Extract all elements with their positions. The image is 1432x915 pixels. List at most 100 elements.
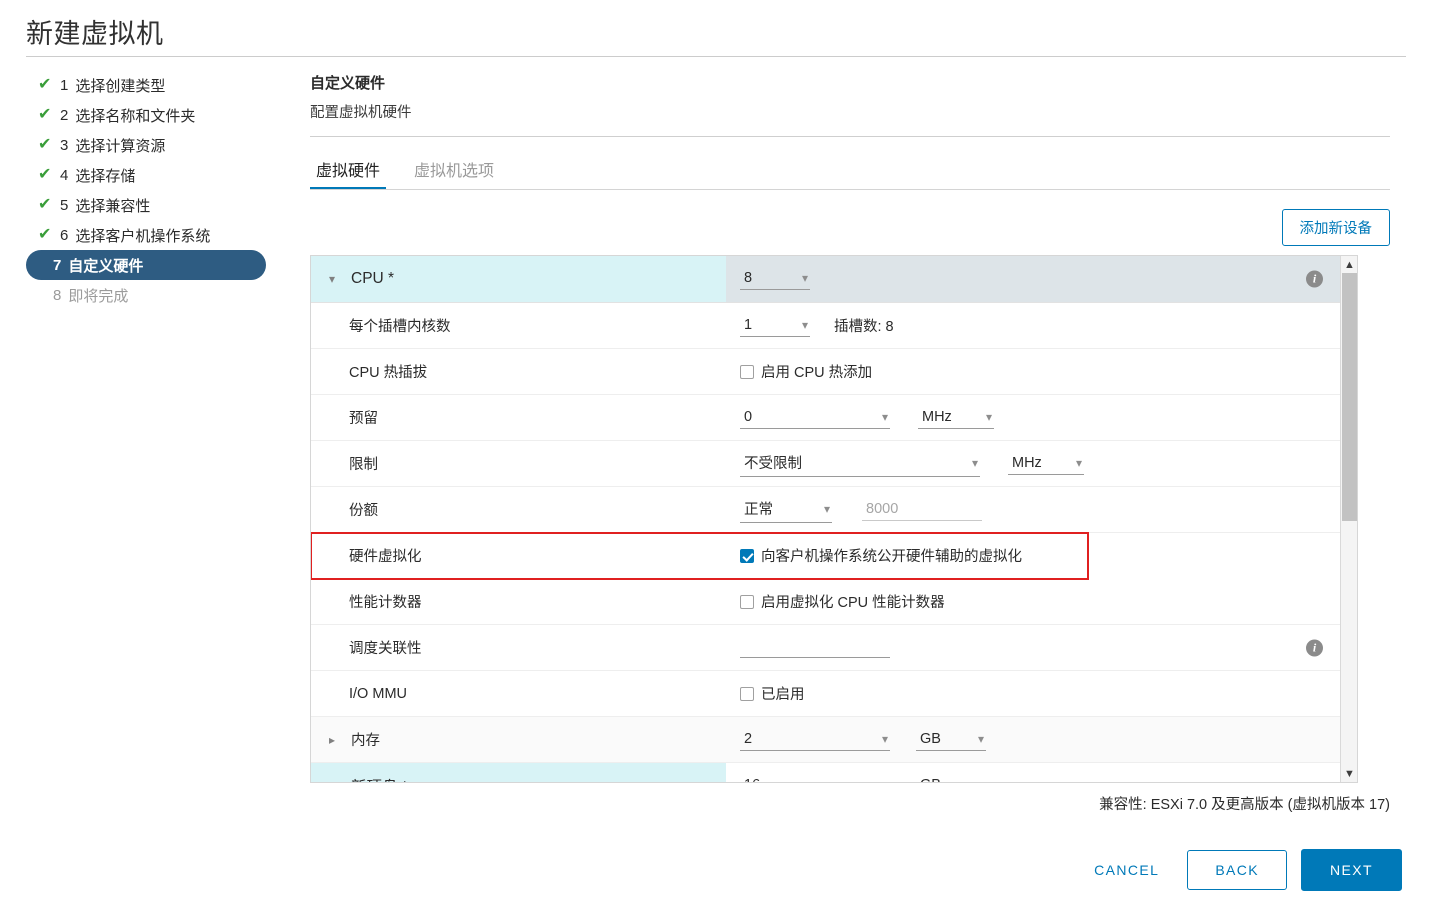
hardware-table-scrollbar[interactable]: ▲ ▼ — [1340, 256, 1357, 782]
hardware-table-container: ▾ CPU * 8 ▾ i 每个插槽内核数 1 ▾ 插槽数: 8 CPU 热插拔… — [310, 255, 1358, 783]
sidebar-item-step-3[interactable]: ✔ 3 选择计算资源 — [26, 130, 294, 160]
row-label: 预留 — [349, 411, 378, 427]
row-label: 硬件虚拟化 — [349, 549, 422, 565]
step-number: 3 — [60, 136, 69, 154]
shares-amount-input[interactable]: 8000 — [862, 499, 982, 521]
cores-per-socket-value: 1 — [744, 316, 753, 333]
cancel-button[interactable]: CANCEL — [1080, 852, 1173, 888]
add-new-device-button[interactable]: 添加新设备 — [1281, 209, 1390, 246]
limit-value: 不受限制 — [744, 456, 802, 472]
step-number: 2 — [60, 106, 69, 124]
info-icon[interactable]: i — [1306, 270, 1323, 288]
row-value: i — [726, 625, 1341, 670]
scroll-down-arrow-icon[interactable]: ▼ — [1341, 765, 1357, 782]
row-shares: 份额 正常 ▾ 8000 — [311, 487, 1341, 533]
chevron-down-icon[interactable]: ▾ — [329, 272, 343, 286]
row-performance-counters: 性能计数器 启用虚拟化 CPU 性能计数器 — [311, 579, 1341, 625]
shares-level-select[interactable]: 正常 ▾ — [740, 496, 832, 523]
row-value: 0 ▾ MHz ▾ — [726, 395, 1341, 440]
chevron-down-icon: ▾ — [881, 731, 888, 746]
wizard-footer: CANCEL BACK NEXT — [1080, 849, 1402, 891]
sidebar-item-step-6[interactable]: ✔ 6 选择客户机操作系统 — [26, 220, 294, 250]
check-icon: ✔ — [38, 226, 52, 243]
disk-size-input[interactable]: 16 ▾ — [740, 775, 890, 782]
cpu-count-value: 8 — [744, 270, 753, 286]
tab-virtual-hardware[interactable]: 虚拟硬件 — [310, 153, 387, 190]
sidebar-item-step-2[interactable]: ✔ 2 选择名称和文件夹 — [26, 100, 294, 130]
row-value: 不受限制 ▾ MHz ▾ — [726, 441, 1341, 486]
memory-unit-select[interactable]: GB ▾ — [916, 729, 986, 751]
row-reservation: 预留 0 ▾ MHz ▾ — [311, 395, 1341, 441]
step-number: 5 — [60, 196, 69, 214]
checkbox-label: 已启用 — [761, 687, 805, 703]
step-number: 7 — [53, 256, 62, 274]
sidebar-item-step-7[interactable]: 7 自定义硬件 — [26, 250, 266, 280]
disk-group-label-cell: ▸ 新硬盘 * — [311, 763, 726, 782]
io-mmu-enabled-checkbox[interactable]: 已启用 — [740, 683, 805, 704]
sidebar-item-step-1[interactable]: ✔ 1 选择创建类型 — [26, 70, 294, 100]
memory-unit: GB — [920, 730, 941, 747]
reservation-unit-select[interactable]: MHz ▾ — [918, 407, 994, 429]
chevron-down-icon: ▾ — [985, 409, 992, 424]
check-icon: ✔ — [38, 196, 52, 213]
scrollbar-thumb[interactable] — [1342, 273, 1357, 521]
sidebar-item-step-8[interactable]: 8 即将完成 — [26, 280, 294, 310]
row-cpu-hot-plug: CPU 热插拔 启用 CPU 热添加 — [311, 349, 1341, 395]
hardware-group-memory[interactable]: ▸ 内存 2 ▾ GB ▾ — [311, 717, 1341, 763]
step-label: 选择存储 — [75, 167, 136, 185]
main-panel: 自定义硬件 配置虚拟机硬件 虚拟硬件 虚拟机选项 添加新设备 ▾ CPU * 8… — [310, 72, 1390, 783]
tab-vm-options[interactable]: 虚拟机选项 — [408, 153, 500, 190]
checkbox-icon — [740, 594, 754, 609]
scroll-up-arrow-icon[interactable]: ▲ — [1341, 256, 1357, 273]
wizard-title-bar: 新建虚拟机 — [0, 0, 1432, 61]
shares-level-value: 正常 — [744, 502, 773, 518]
limit-unit-select[interactable]: MHz ▾ — [1008, 453, 1084, 475]
chevron-right-icon[interactable]: ▸ — [329, 779, 343, 782]
memory-size-input[interactable]: 2 ▾ — [740, 729, 890, 751]
scheduling-affinity-input[interactable] — [740, 638, 890, 658]
chevron-down-icon: ▾ — [823, 501, 830, 516]
row-value: 向客户机操作系统公开硬件辅助的虚拟化 — [726, 533, 1088, 578]
memory-group-name: 内存 — [351, 733, 380, 749]
row-label: CPU 热插拔 — [349, 365, 428, 381]
row-value: 已启用 — [726, 671, 1341, 716]
disk-unit: GB — [920, 777, 941, 782]
step-number: 1 — [60, 76, 69, 94]
cpu-hot-add-checkbox[interactable]: 启用 CPU 热添加 — [740, 361, 872, 382]
row-label: I/O MMU — [349, 685, 407, 702]
title-divider — [26, 56, 1406, 57]
chevron-down-icon: ▾ — [1075, 455, 1082, 470]
reservation-input[interactable]: 0 ▾ — [740, 407, 890, 429]
tab-bar-divider — [310, 189, 1390, 190]
check-icon: ✔ — [38, 106, 52, 123]
hardware-group-cpu[interactable]: ▾ CPU * 8 ▾ i — [311, 256, 1341, 303]
step-number: 6 — [60, 226, 69, 244]
sidebar-item-step-5[interactable]: ✔ 5 选择兼容性 — [26, 190, 294, 220]
row-label: 性能计数器 — [349, 595, 422, 611]
back-button[interactable]: BACK — [1187, 850, 1288, 890]
disk-size-value: 16 — [744, 777, 760, 782]
step-number: 8 — [53, 286, 62, 304]
enable-cpu-perf-counters-checkbox[interactable]: 启用虚拟化 CPU 性能计数器 — [740, 591, 945, 612]
cores-per-socket-select[interactable]: 1 ▾ — [740, 315, 810, 337]
sidebar-item-step-4[interactable]: ✔ 4 选择存储 — [26, 160, 294, 190]
row-label: 调度关联性 — [349, 641, 422, 657]
cpu-group-name: CPU * — [351, 270, 395, 287]
checkbox-label: 启用虚拟化 CPU 性能计数器 — [761, 595, 945, 611]
limit-input[interactable]: 不受限制 ▾ — [740, 450, 980, 477]
expose-hardware-virtualization-checkbox[interactable]: 向客户机操作系统公开硬件辅助的虚拟化 — [740, 545, 1022, 566]
info-icon[interactable]: i — [1306, 639, 1323, 656]
row-scheduling-affinity: 调度关联性 i — [311, 625, 1341, 671]
disk-unit-select[interactable]: GB ▾ — [916, 775, 986, 782]
chevron-right-icon[interactable]: ▸ — [329, 733, 343, 747]
chevron-down-icon: ▾ — [977, 731, 984, 746]
checkbox-checked-icon — [740, 548, 754, 563]
disk-group-value-cell: 16 ▾ GB ▾ — [726, 763, 1341, 782]
row-label: 每个插槽内核数 — [349, 319, 451, 335]
hardware-group-new-hard-disk[interactable]: ▸ 新硬盘 * 16 ▾ GB ▾ — [311, 763, 1341, 782]
next-button[interactable]: NEXT — [1301, 849, 1402, 891]
cpu-count-select[interactable]: 8 ▾ — [740, 268, 810, 290]
row-cores-per-socket: 每个插槽内核数 1 ▾ 插槽数: 8 — [311, 303, 1341, 349]
chevron-down-icon: ▾ — [882, 778, 888, 782]
hardware-scroll-viewport: ▾ CPU * 8 ▾ i 每个插槽内核数 1 ▾ 插槽数: 8 CPU 热插拔… — [311, 256, 1357, 782]
